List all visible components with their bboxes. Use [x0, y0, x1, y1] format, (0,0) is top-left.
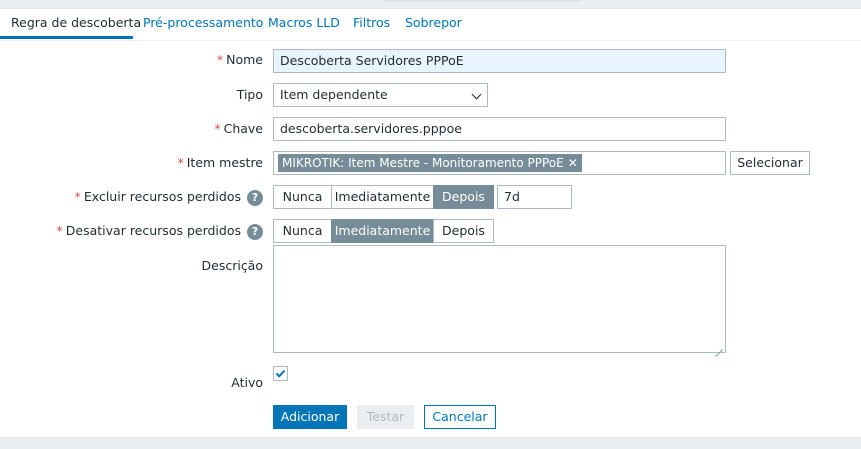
disable-lost-label: * Desativar recursos perdidos?: [57, 223, 263, 240]
disable-lost-immediately[interactable]: Imediatamente: [331, 219, 434, 243]
required-marker: *: [216, 52, 224, 67]
disable-lost-never[interactable]: Nunca: [273, 219, 332, 243]
checkmark-icon: [275, 369, 286, 378]
name-label-text: Nome: [226, 52, 263, 67]
description-label-text: Descrição: [201, 258, 264, 273]
key-label-text: Chave: [223, 121, 263, 136]
name-input[interactable]: Descoberta Servidores PPPoE: [273, 49, 726, 73]
required-marker: *: [74, 189, 81, 204]
delete-lost-never[interactable]: Nunca: [273, 185, 332, 209]
resize-grip-icon[interactable]: [715, 342, 723, 350]
enabled-label: Ativo: [231, 375, 263, 390]
tab-discovery-rule[interactable]: Regra de descoberta: [0, 9, 141, 39]
required-marker: *: [177, 155, 184, 170]
description-textarea[interactable]: [273, 245, 726, 353]
master-item-chip: MIKROTIK: Item Mestre - Monitoramento PP…: [278, 154, 582, 172]
required-marker: *: [56, 223, 63, 238]
key-input[interactable]: descoberta.servidores.pppoe: [273, 117, 726, 141]
help-icon[interactable]: ?: [247, 223, 263, 240]
select-master-item-button[interactable]: Selecionar: [730, 151, 810, 175]
description-label: Descrição: [202, 258, 264, 273]
delete-lost-label-text: Excluir recursos perdidos: [83, 189, 241, 204]
master-item-multiselect[interactable]: MIKROTIK: Item Mestre - Monitoramento PP…: [273, 151, 726, 175]
enabled-label-text: Ativo: [231, 375, 263, 390]
master-item-chip-label: MIKROTIK: Item Mestre - Monitoramento PP…: [282, 156, 564, 170]
top-strip-bar: [384, 0, 580, 2]
close-icon[interactable]: ✕: [568, 156, 578, 170]
add-button[interactable]: Adicionar: [273, 405, 347, 429]
disable-lost-segmented: Nunca Imediatamente Depois: [273, 219, 494, 243]
top-strip: [0, 0, 861, 8]
delete-lost-segmented: Nunca Imediatamente Depois: [273, 185, 494, 209]
tab-preprocessing[interactable]: Pré-processamento: [143, 9, 263, 39]
type-select-value: Item dependente: [280, 87, 388, 102]
tab-lld-macros[interactable]: Macros LLD: [268, 9, 340, 39]
delete-lost-period-input[interactable]: 7d: [497, 185, 572, 209]
tab-filters[interactable]: Filtros: [353, 9, 390, 39]
disable-lost-after[interactable]: Depois: [433, 219, 494, 243]
delete-lost-after[interactable]: Depois: [433, 185, 494, 209]
master-item-label: * Item mestre: [177, 155, 263, 170]
delete-lost-immediately[interactable]: Imediatamente: [331, 185, 434, 209]
name-label: * Nome: [217, 52, 263, 67]
help-icon[interactable]: ?: [247, 189, 263, 206]
tab-bar: Regra de descoberta Pré-processamento Ma…: [0, 9, 861, 41]
enabled-checkbox[interactable]: [273, 366, 288, 381]
type-select[interactable]: Item dependente: [273, 83, 488, 107]
chevron-down-icon: [471, 89, 482, 100]
type-label: Tipo: [237, 87, 263, 102]
type-label-text: Tipo: [236, 87, 263, 102]
delete-lost-label: * Excluir recursos perdidos?: [75, 189, 263, 206]
disable-lost-label-text: Desativar recursos perdidos: [65, 223, 241, 238]
tab-overrides[interactable]: Sobrepor: [405, 9, 462, 39]
key-label: * Chave: [214, 121, 263, 136]
cancel-button[interactable]: Cancelar: [424, 405, 496, 429]
master-item-label-text: Item mestre: [186, 155, 263, 170]
required-marker: *: [214, 121, 221, 136]
test-button[interactable]: Testar: [357, 405, 414, 429]
